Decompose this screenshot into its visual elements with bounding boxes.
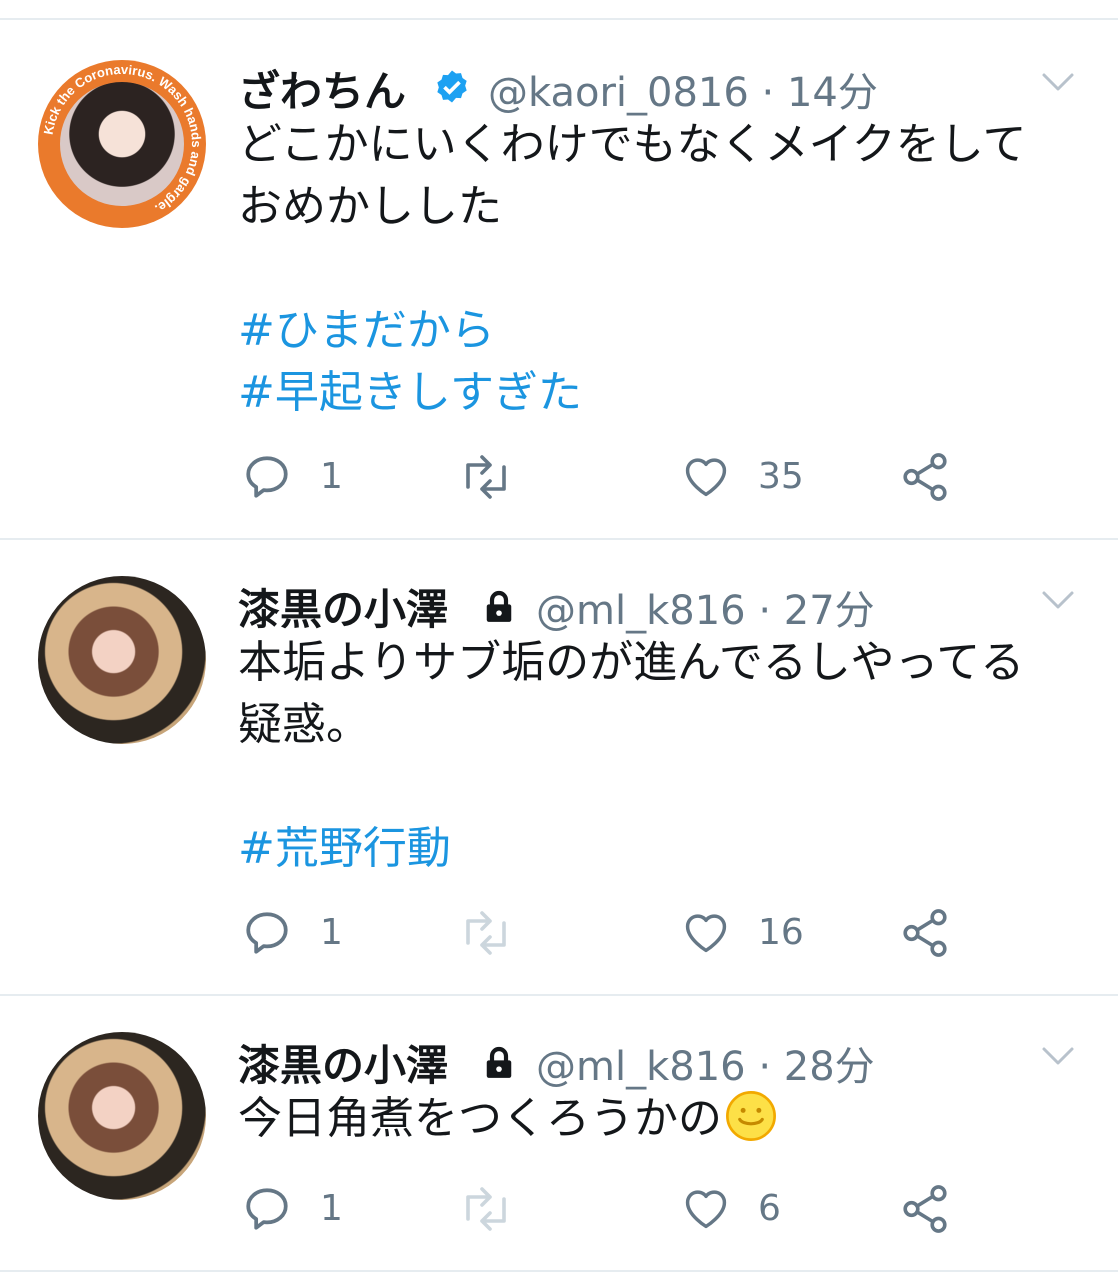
- share-icon[interactable]: [898, 450, 952, 504]
- timestamp[interactable]: 28分: [784, 1044, 875, 1090]
- chevron-down-icon[interactable]: [1040, 70, 1076, 94]
- tweet[interactable]: Kick the Coronavirus. Wash hands and gar…: [0, 20, 1118, 538]
- smiley-emoji-icon: [726, 1091, 776, 1141]
- handle[interactable]: @ml_k816: [536, 1044, 746, 1090]
- handle-time: @kaori_0816 · 14分: [488, 60, 878, 118]
- tweet-text-line: 今日角煮をつくろうかの: [238, 1088, 1088, 1150]
- display-name[interactable]: 漆黒の小澤: [238, 576, 448, 637]
- tweet-text-line: おめかしした: [238, 181, 502, 232]
- reply-count: 1: [320, 1188, 343, 1229]
- avatar[interactable]: [38, 1032, 206, 1200]
- handle-time: @ml_k816 · 28分: [536, 1034, 875, 1092]
- reply-icon[interactable]: [242, 1184, 292, 1234]
- display-name[interactable]: ざわちん: [238, 58, 406, 119]
- avatar[interactable]: [38, 576, 206, 744]
- tweet-text-content: 今日角煮をつくろうかの: [238, 1093, 722, 1144]
- timestamp[interactable]: 27分: [784, 588, 875, 634]
- tweet-text: 本垢よりサブ垢のが進んでるしやってる 疑惑。 #荒野行動: [238, 632, 1088, 880]
- retweet-icon-disabled: [466, 1187, 506, 1231]
- tweet[interactable]: 漆黒の小澤 @ml_k816 · 27分 本垢よりサブ垢のが進んでるしやってる …: [0, 540, 1118, 994]
- lock-icon: [486, 1046, 512, 1078]
- lock-icon: [486, 590, 512, 622]
- handle[interactable]: @kaori_0816: [488, 70, 749, 116]
- like-count: 16: [758, 912, 804, 953]
- verified-badge-icon: [437, 70, 467, 103]
- tweet-text-line: 本垢よりサブ垢のが進んでるしやってる: [238, 637, 1025, 688]
- retweet-icon[interactable]: [456, 452, 516, 502]
- chevron-down-icon[interactable]: [1040, 588, 1076, 612]
- hashtag-link[interactable]: #ひまだから: [238, 300, 1088, 362]
- retweet-icon-disabled: [466, 911, 506, 955]
- chevron-down-icon[interactable]: [1040, 1044, 1076, 1068]
- like-icon[interactable]: [680, 906, 732, 958]
- tweet-text-line: どこかにいくわけでもなくメイクをして: [238, 119, 1027, 170]
- avatar-ring-text: Kick the Coronavirus. Wash hands and gar…: [41, 62, 204, 217]
- reply-count: 1: [320, 912, 343, 953]
- timestamp[interactable]: 14分: [787, 70, 878, 116]
- tweet[interactable]: 漆黒の小澤 @ml_k816 · 28分 今日角煮をつくろうかの 1 6: [0, 996, 1118, 1270]
- separator: ·: [758, 588, 772, 634]
- tweet-text: どこかにいくわけでもなくメイクをして おめかしした #ひまだから #早起きしすぎ…: [238, 114, 1088, 424]
- reply-count: 1: [320, 456, 343, 497]
- tweet-text: 今日角煮をつくろうかの: [238, 1088, 1088, 1150]
- tweet-text-line: 疑惑。: [238, 699, 370, 750]
- tweet-divider: [0, 1270, 1118, 1272]
- hashtag-link[interactable]: #早起きしすぎた: [238, 362, 1088, 424]
- like-count: 35: [758, 456, 804, 497]
- like-icon[interactable]: [680, 1182, 732, 1234]
- share-icon[interactable]: [898, 906, 952, 960]
- avatar[interactable]: Kick the Coronavirus. Wash hands and gar…: [38, 60, 206, 228]
- share-icon[interactable]: [898, 1182, 952, 1236]
- reply-icon[interactable]: [242, 452, 292, 502]
- display-name[interactable]: 漆黒の小澤: [238, 1032, 448, 1093]
- svg-text:Kick the Coronavirus. Wash han: Kick the Coronavirus. Wash hands and gar…: [41, 62, 204, 217]
- handle-time: @ml_k816 · 27分: [536, 578, 875, 636]
- reply-icon[interactable]: [242, 908, 292, 958]
- separator: ·: [761, 70, 775, 116]
- separator: ·: [758, 1044, 772, 1090]
- hashtag-link[interactable]: #荒野行動: [238, 818, 1088, 880]
- like-icon[interactable]: [680, 450, 732, 502]
- handle[interactable]: @ml_k816: [536, 588, 746, 634]
- like-count: 6: [758, 1188, 781, 1229]
